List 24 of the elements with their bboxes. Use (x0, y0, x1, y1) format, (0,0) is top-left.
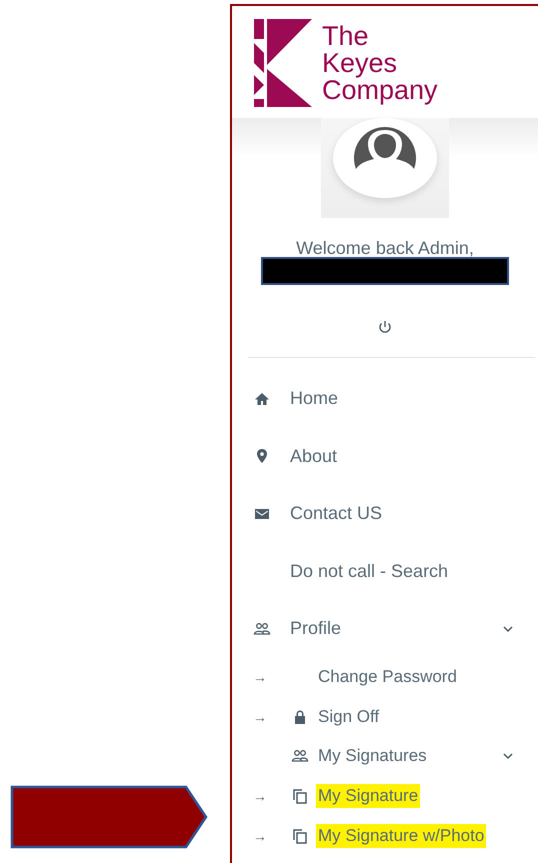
menu-item[interactable]: About (288, 444, 340, 469)
arrow-bullet: → (253, 708, 268, 725)
logo-icon (254, 19, 312, 107)
menu-item[interactable]: My Signature w/Photo (316, 824, 486, 848)
power-icon[interactable] (377, 319, 393, 335)
menu-item[interactable]: Sign Off (316, 704, 382, 729)
arrow-bullet: → (253, 669, 268, 686)
copy-icon (291, 826, 309, 845)
logo-text: The (322, 22, 370, 50)
menu-item[interactable]: Change Password (316, 665, 459, 690)
menu-item[interactable]: My Signatures (316, 744, 429, 768)
welcome-text: Welcome back Admin, (296, 238, 474, 259)
menu-item[interactable]: Profile (288, 616, 344, 642)
chevron-icon[interactable] (502, 751, 514, 762)
arrow-bullet: → (253, 788, 268, 804)
logo-text: Keyes (322, 50, 398, 76)
chevron-icon[interactable] (502, 624, 514, 634)
logo-text: Company (322, 76, 438, 104)
copy-icon (291, 787, 309, 806)
menu-item[interactable]: Home (288, 386, 340, 412)
menu-item[interactable]: Contact US (288, 501, 384, 526)
menu-item[interactable]: Do not call - Search (288, 558, 450, 584)
menu-item[interactable]: My Signature (316, 784, 420, 808)
arrow-bullet: → (253, 828, 268, 844)
